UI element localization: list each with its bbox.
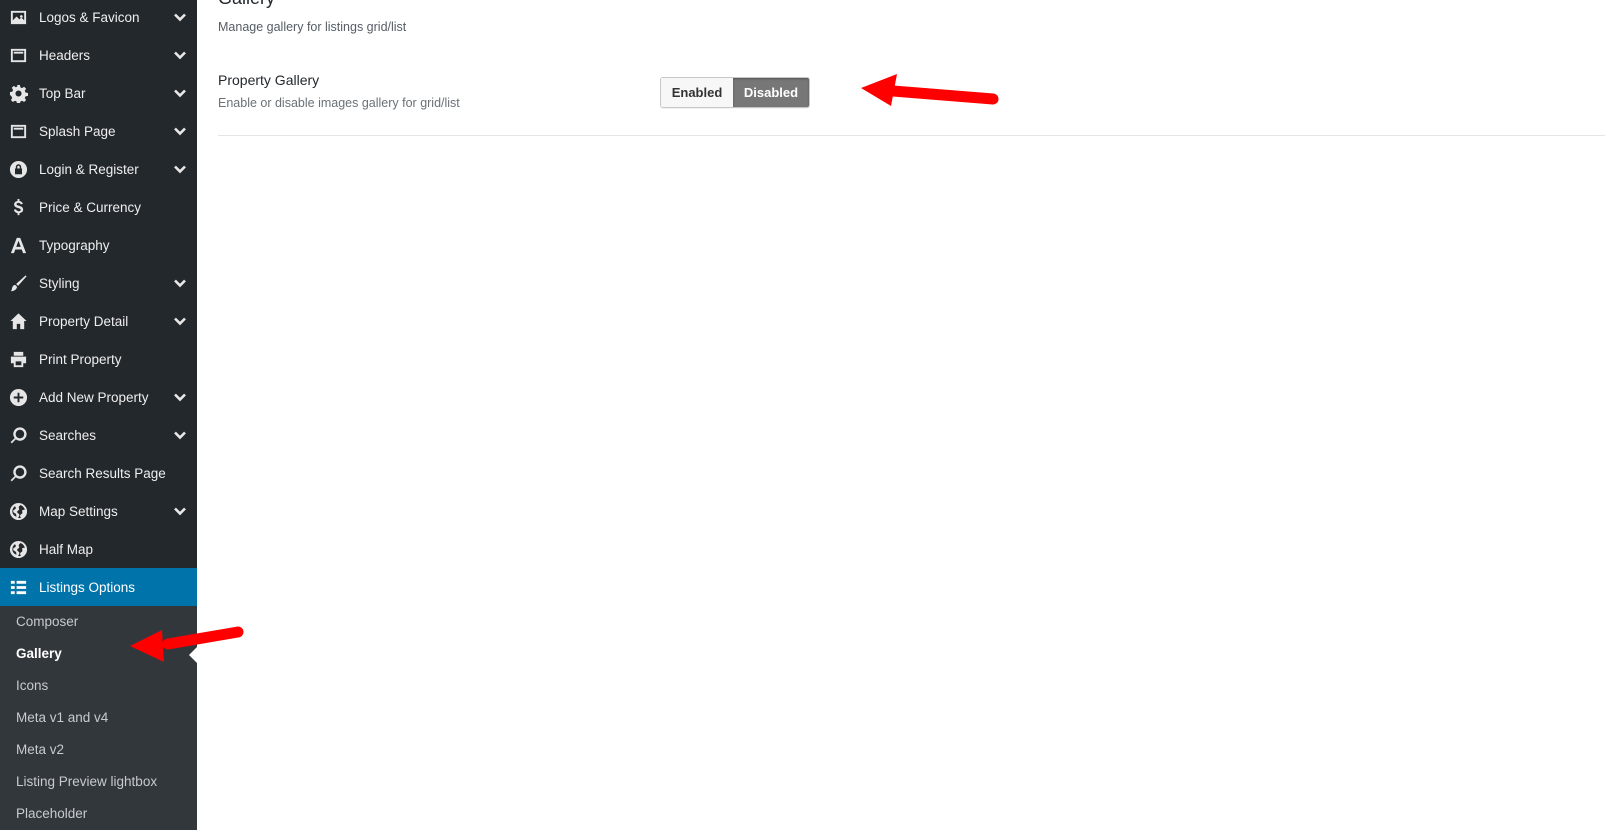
sidebar-item-price-currency[interactable]: Price & Currency: [0, 188, 197, 226]
sidebar-item-listings-options[interactable]: Listings Options: [0, 568, 197, 606]
sidebar-item-label: Map Settings: [39, 503, 118, 519]
listings-options-submenu: Composer Gallery Icons Meta v1 and v4 Me…: [0, 606, 197, 830]
sidebar-item-searches[interactable]: Searches: [0, 416, 197, 454]
admin-sidebar: Logos & Favicon Headers Top Bar Splash P…: [0, 0, 197, 830]
sidebar-item-label: Typography: [39, 237, 110, 253]
chevron-down-icon[interactable]: [173, 86, 187, 100]
layout-icon: [8, 45, 28, 65]
list-icon: [8, 577, 28, 597]
chevron-down-icon[interactable]: [173, 162, 187, 176]
sidebar-item-typography[interactable]: Typography: [0, 226, 197, 264]
sidebar-item-label: Splash Page: [39, 123, 116, 139]
chevron-down-icon[interactable]: [173, 124, 187, 138]
chevron-down-icon[interactable]: [173, 48, 187, 62]
sidebar-menu: Logos & Favicon Headers Top Bar Splash P…: [0, 0, 197, 606]
submenu-item-meta-v2[interactable]: Meta v2: [0, 734, 197, 766]
sidebar-item-label: Print Property: [39, 351, 122, 367]
chevron-down-icon[interactable]: [173, 390, 187, 404]
property-gallery-toggle: Enabled Disabled: [660, 77, 810, 108]
submenu-item-meta-v1-v4[interactable]: Meta v1 and v4: [0, 702, 197, 734]
submenu-item-gallery[interactable]: Gallery: [0, 638, 197, 670]
submenu-item-composer[interactable]: Composer: [0, 606, 197, 638]
settings-panel: Gallery Manage gallery for listings grid…: [197, 0, 1605, 830]
image-icon: [8, 7, 28, 27]
globe-icon: [8, 539, 28, 559]
sidebar-item-headers[interactable]: Headers: [0, 36, 197, 74]
sidebar-item-label: Property Detail: [39, 313, 129, 329]
sidebar-item-add-new-property[interactable]: Add New Property: [0, 378, 197, 416]
sidebar-item-label: Styling: [39, 275, 80, 291]
sidebar-item-map-settings[interactable]: Map Settings: [0, 492, 197, 530]
sidebar-item-half-map[interactable]: Half Map: [0, 530, 197, 568]
sidebar-item-label: Search Results Page: [39, 465, 166, 481]
home-icon: [8, 311, 28, 331]
dollar-icon: [8, 197, 28, 217]
chevron-down-icon[interactable]: [173, 504, 187, 518]
chevron-down-icon[interactable]: [173, 10, 187, 24]
sidebar-item-logos-favicon[interactable]: Logos & Favicon: [0, 0, 197, 36]
sidebar-item-label: Price & Currency: [39, 199, 142, 215]
sidebar-item-search-results-page[interactable]: Search Results Page: [0, 454, 197, 492]
enabled-option-button[interactable]: Enabled: [661, 78, 733, 107]
sidebar-item-label: Top Bar: [39, 85, 86, 101]
sidebar-item-label: Headers: [39, 47, 91, 63]
property-gallery-label: Property Gallery: [218, 72, 320, 88]
sidebar-item-print-property[interactable]: Print Property: [0, 340, 197, 378]
property-gallery-description: Enable or disable images gallery for gri…: [218, 96, 460, 110]
sidebar-item-splash-page[interactable]: Splash Page: [0, 112, 197, 150]
sidebar-item-property-detail[interactable]: Property Detail: [0, 302, 197, 340]
section-title: Gallery: [218, 0, 275, 9]
print-icon: [8, 349, 28, 369]
sidebar-item-styling[interactable]: Styling: [0, 264, 197, 302]
search-icon: [8, 463, 28, 483]
field-divider: [218, 135, 1605, 136]
sidebar-item-label: Login & Register: [39, 161, 139, 177]
layout-icon: [8, 121, 28, 141]
sidebar-item-top-bar[interactable]: Top Bar: [0, 74, 197, 112]
globe-icon: [8, 501, 28, 521]
plus-circle-icon: [8, 387, 28, 407]
chevron-down-icon[interactable]: [173, 314, 187, 328]
sidebar-item-login-register[interactable]: Login & Register: [0, 150, 197, 188]
search-icon: [8, 425, 28, 445]
gear-icon: [8, 83, 28, 103]
lock-icon: [8, 159, 28, 179]
sidebar-item-label: Searches: [39, 427, 97, 443]
sidebar-item-label: Add New Property: [39, 389, 149, 405]
submenu-item-listing-preview-lightbox[interactable]: Listing Preview lightbox: [0, 766, 197, 798]
disabled-option-button[interactable]: Disabled: [733, 78, 809, 107]
submenu-item-placeholder[interactable]: Placeholder: [0, 798, 197, 830]
sidebar-item-label: Logos & Favicon: [39, 9, 140, 25]
font-icon: [8, 235, 28, 255]
section-description: Manage gallery for listings grid/list: [218, 20, 407, 34]
submenu-item-icons[interactable]: Icons: [0, 670, 197, 702]
chevron-down-icon[interactable]: [173, 428, 187, 442]
sidebar-item-label: Half Map: [39, 541, 94, 557]
sidebar-item-label: Listings Options: [39, 579, 136, 595]
brush-icon: [8, 273, 28, 293]
chevron-down-icon[interactable]: [173, 276, 187, 290]
